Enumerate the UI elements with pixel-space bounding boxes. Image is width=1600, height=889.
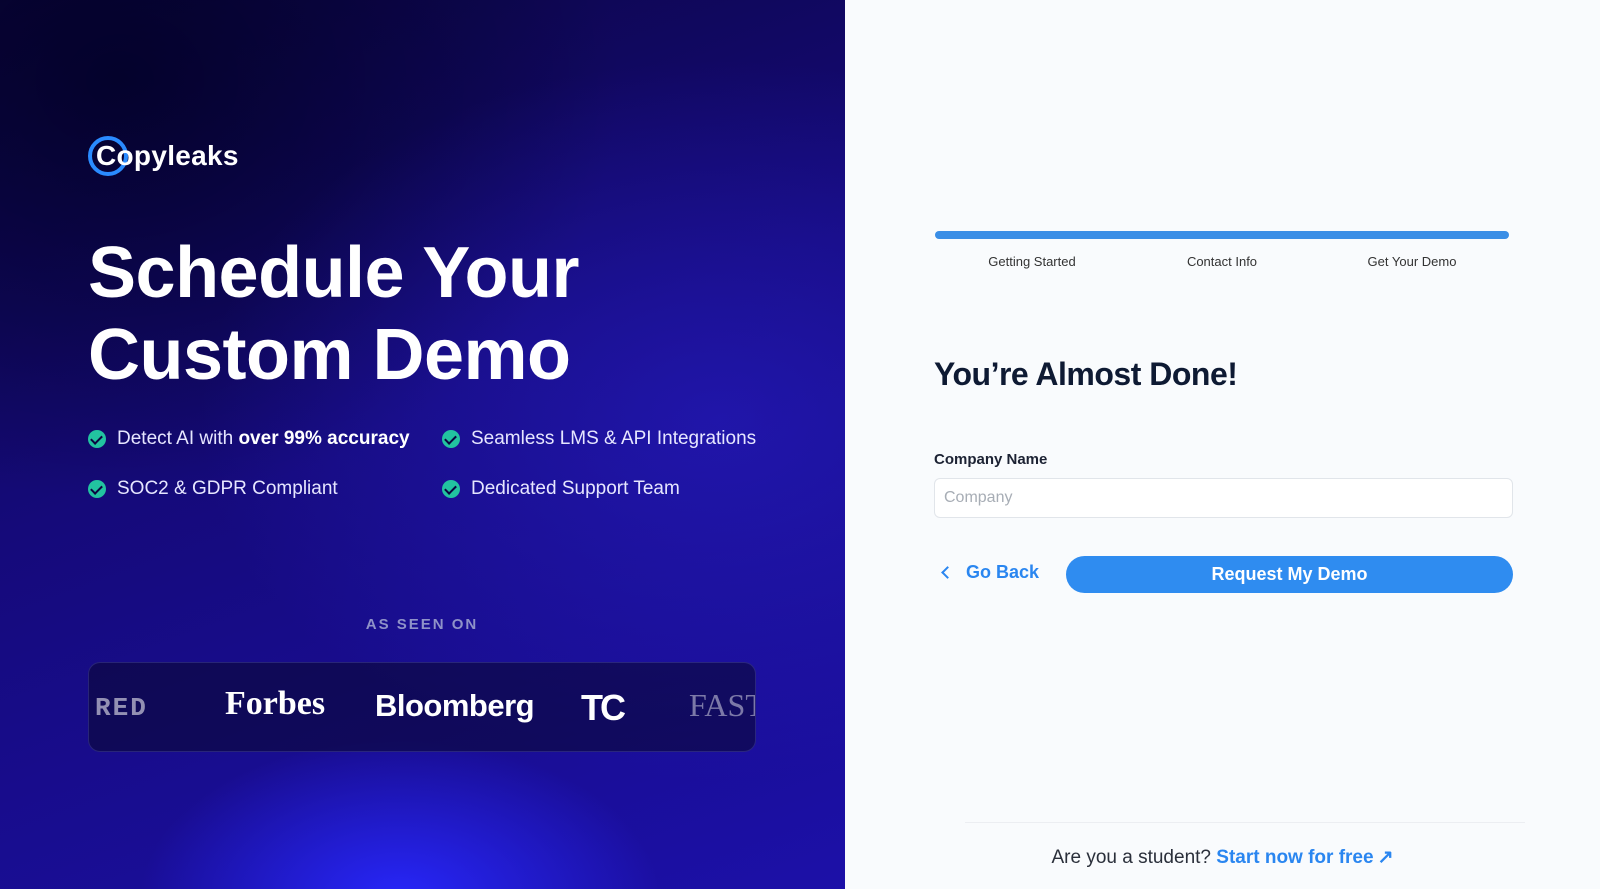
forbes-logo: Forbes [225,685,326,722]
feature-item: Dedicated Support Team [442,478,680,500]
copyleaks-logo[interactable]: Copyleaks [88,136,238,176]
wired-logo: RED [95,693,148,723]
go-back-button[interactable]: Go Back [939,562,1039,583]
feature-item: Seamless LMS & API Integrations [442,428,756,450]
logo-wordmark: Copyleaks [96,140,239,171]
student-footer: Are you a student? Start now for free ↗ [845,846,1600,869]
progress-bar [935,231,1509,239]
feature-item: Detect AI with over 99% accuracy [88,428,410,450]
go-back-label: Go Back [966,562,1040,582]
step-getting-started: Getting Started [988,254,1076,269]
fast-company-logo: FAST [689,687,755,723]
check-icon [88,480,106,498]
bloomberg-logo: Bloomberg [375,688,535,723]
request-demo-button[interactable]: Request My Demo [1066,556,1513,593]
student-question: Are you a student? [1051,847,1217,868]
external-arrow-icon: ↗ [1377,847,1394,868]
feature-text: Detect AI with over 99% accuracy [117,428,410,449]
headline-line-1: Schedule Your [88,233,579,313]
feature-text: Seamless LMS & API Integrations [471,428,757,449]
form-title: You’re Almost Done! [934,356,1238,392]
check-icon [442,430,460,448]
footer-divider [965,822,1525,823]
as-seen-on-heading: AS SEEN ON [365,616,479,633]
press-logo-strip: RED Forbes Bloomberg TC FAST [88,662,756,752]
company-name-input[interactable] [934,478,1513,518]
feature-item: SOC2 & GDPR Compliant [88,478,338,500]
start-free-link[interactable]: Start now for free ↗ [1216,847,1393,868]
check-icon [88,430,106,448]
techcrunch-logo: TC [581,687,626,728]
feature-text: SOC2 & GDPR Compliant [117,478,338,499]
company-name-label: Company Name [934,451,1048,468]
headline-line-2: Custom Demo [88,315,571,395]
chevron-left-icon [941,566,954,579]
page-headline: Schedule Your Custom Demo [88,232,788,396]
step-get-your-demo: Get Your Demo [1367,254,1457,269]
hero-panel: Copyleaks Schedule Your Custom Demo Dete… [0,0,845,889]
feature-text: Dedicated Support Team [471,478,680,499]
check-icon [442,480,460,498]
step-contact-info: Contact Info [1186,254,1258,269]
form-panel: Getting Started Contact Info Get Your De… [845,0,1600,889]
